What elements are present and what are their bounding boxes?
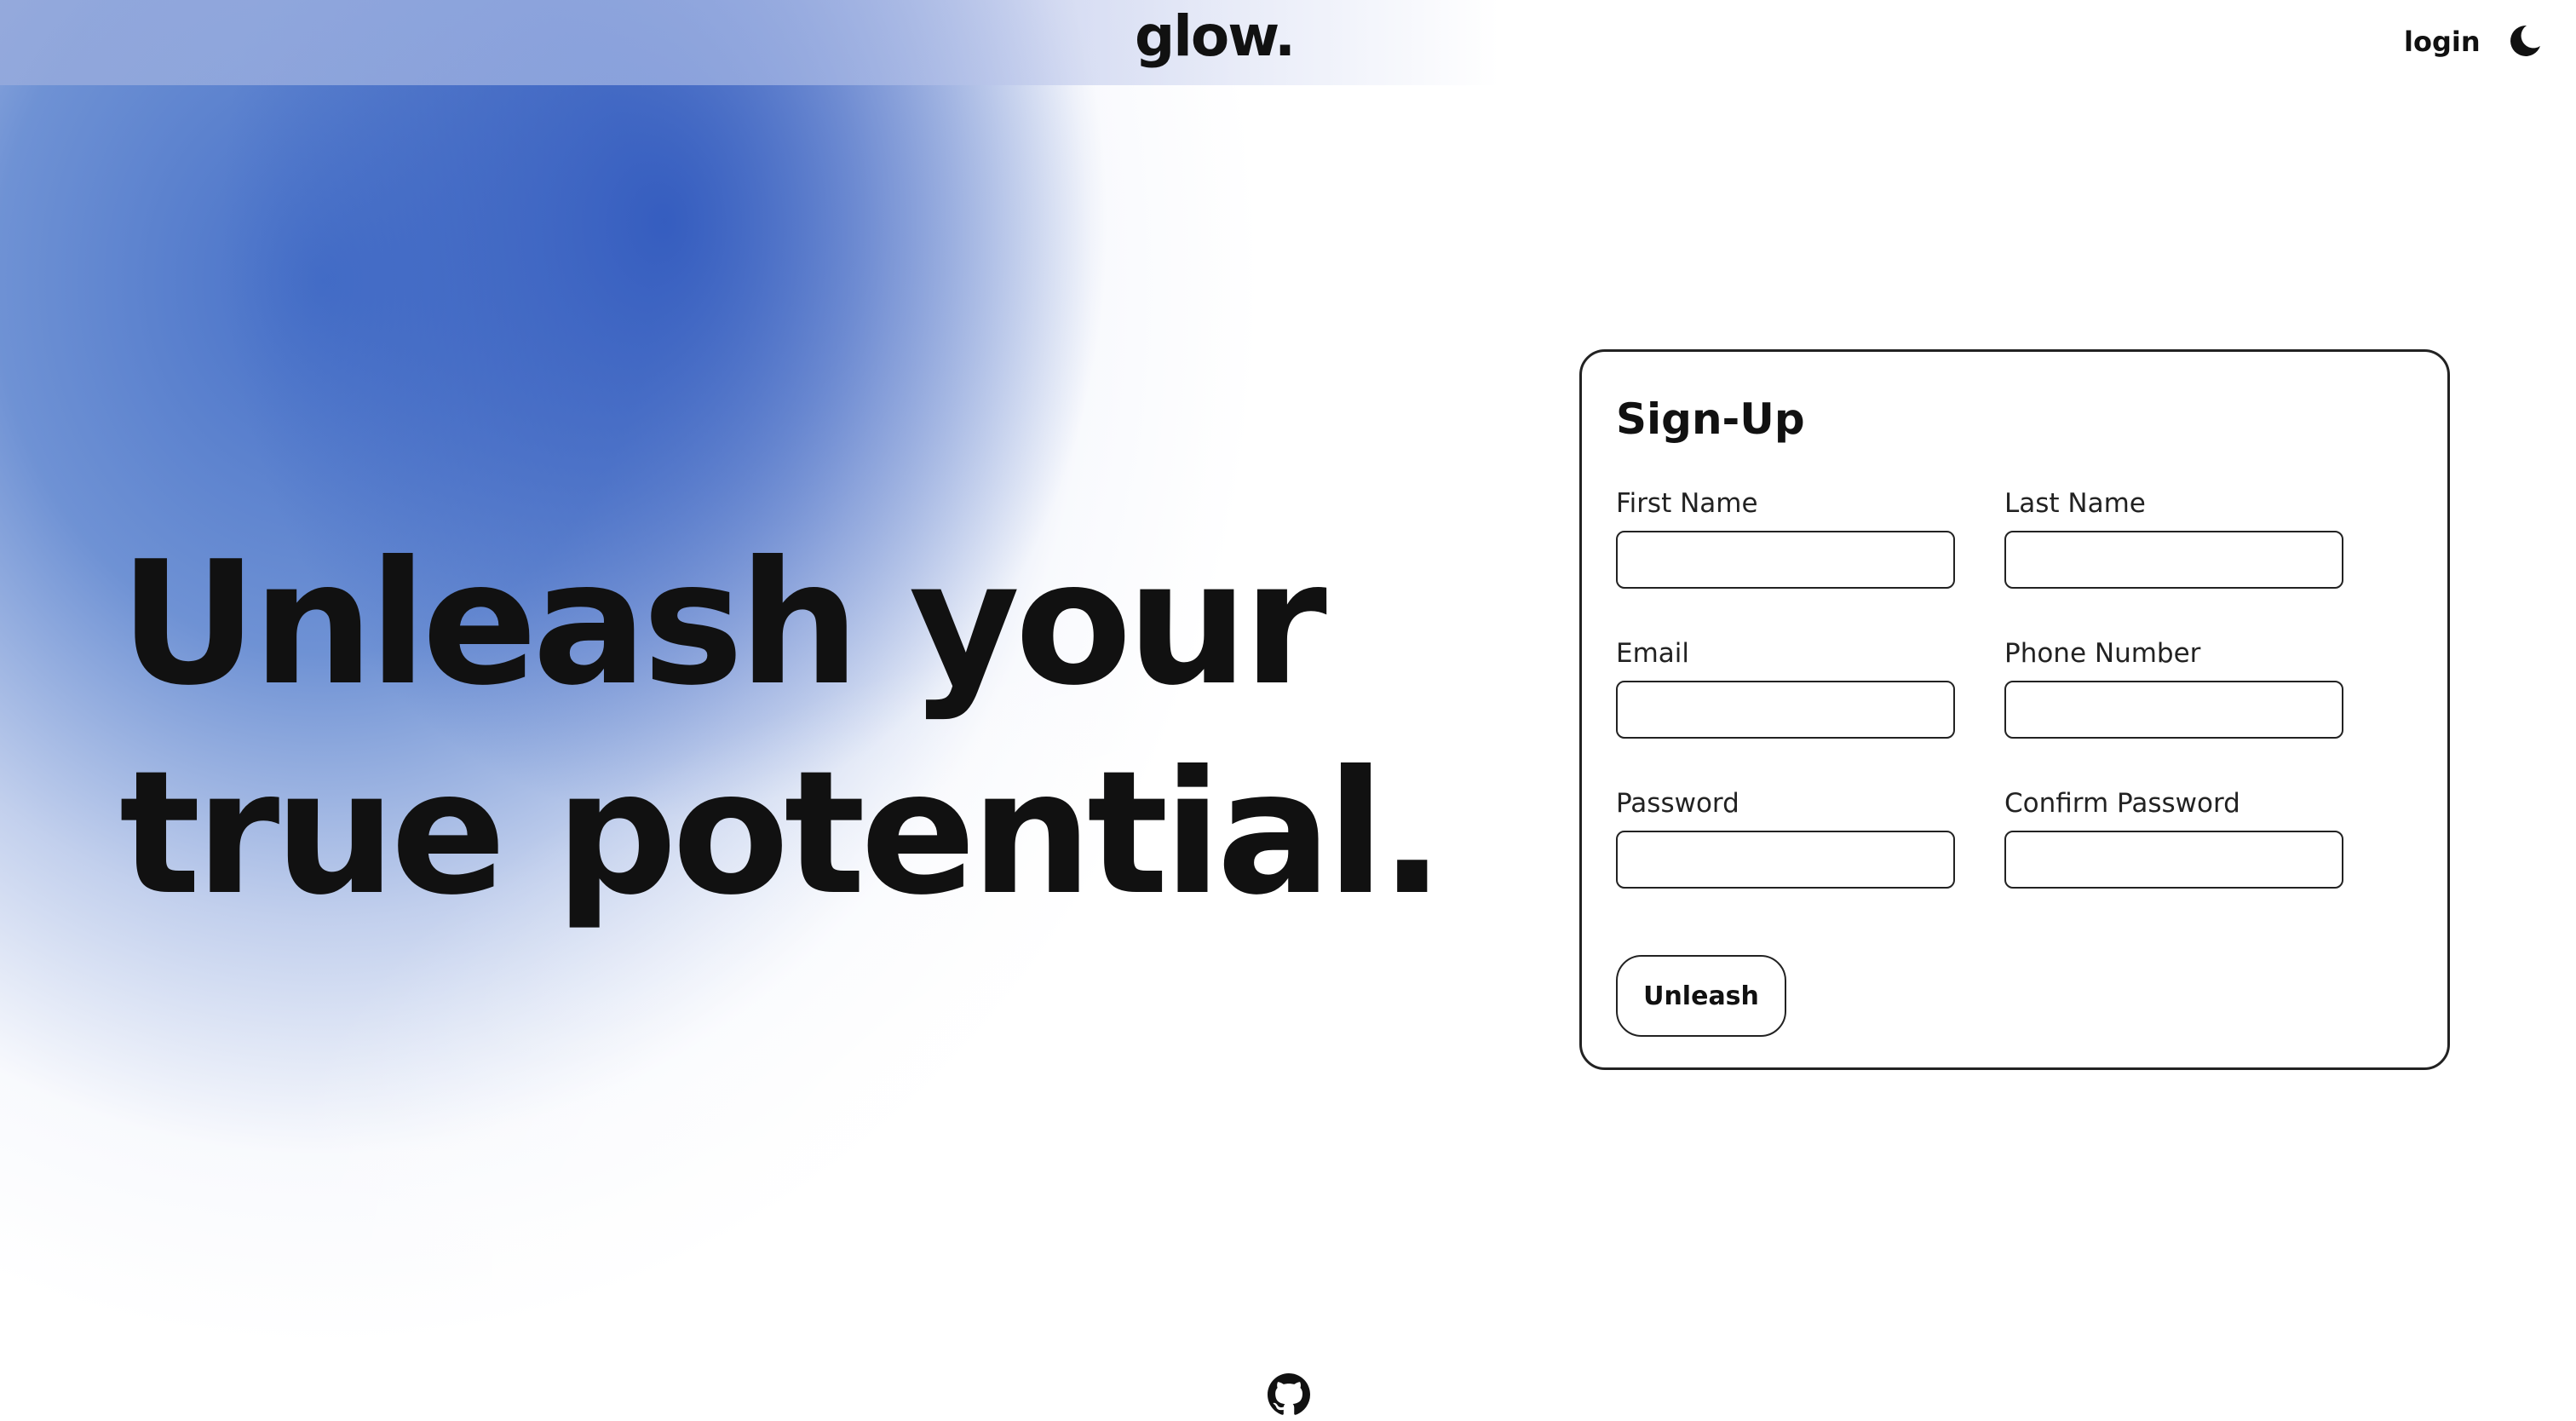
brand-logo[interactable]: glow. [1135, 3, 1296, 69]
header: glow. login [0, 0, 2576, 85]
phone-number-field: Phone Number [2004, 638, 2345, 739]
password-label: Password [1616, 788, 1739, 819]
phone-number-input[interactable] [2004, 681, 2343, 739]
last-name-label: Last Name [2004, 488, 2146, 519]
phone-number-label: Phone Number [2004, 638, 2201, 669]
github-icon [1268, 1373, 1310, 1415]
confirm-password-label: Confirm Password [2004, 788, 2240, 819]
email-input[interactable] [1616, 681, 1955, 739]
last-name-input[interactable] [2004, 531, 2343, 589]
unleash-button[interactable]: Unleash [1616, 955, 1786, 1037]
page: glow. login Unleash your true potential.… [0, 0, 2576, 1421]
last-name-field: Last Name [2004, 488, 2345, 589]
first-name-input[interactable] [1616, 531, 1955, 589]
hero-headline: Unleash your true potential. [119, 520, 1445, 939]
email-label: Email [1616, 638, 1690, 669]
email-field: Email [1616, 638, 1957, 739]
first-name-label: First Name [1616, 488, 1758, 519]
theme-toggle-button[interactable] [2504, 20, 2545, 61]
github-link[interactable] [1268, 1373, 1310, 1416]
confirm-password-field: Confirm Password [2004, 788, 2345, 889]
password-input[interactable] [1616, 831, 1955, 889]
signup-title: Sign-Up [1616, 394, 1805, 444]
login-link[interactable]: login [2404, 26, 2481, 58]
confirm-password-input[interactable] [2004, 831, 2343, 889]
moon-icon [2510, 25, 2540, 56]
hero-line-1: Unleash your [119, 525, 1327, 723]
hero-line-2: true potential. [119, 734, 1445, 933]
signup-card: Sign-Up First Name Last Name Email Phone… [1579, 349, 2450, 1070]
first-name-field: First Name [1616, 488, 1957, 589]
password-field: Password [1616, 788, 1957, 889]
